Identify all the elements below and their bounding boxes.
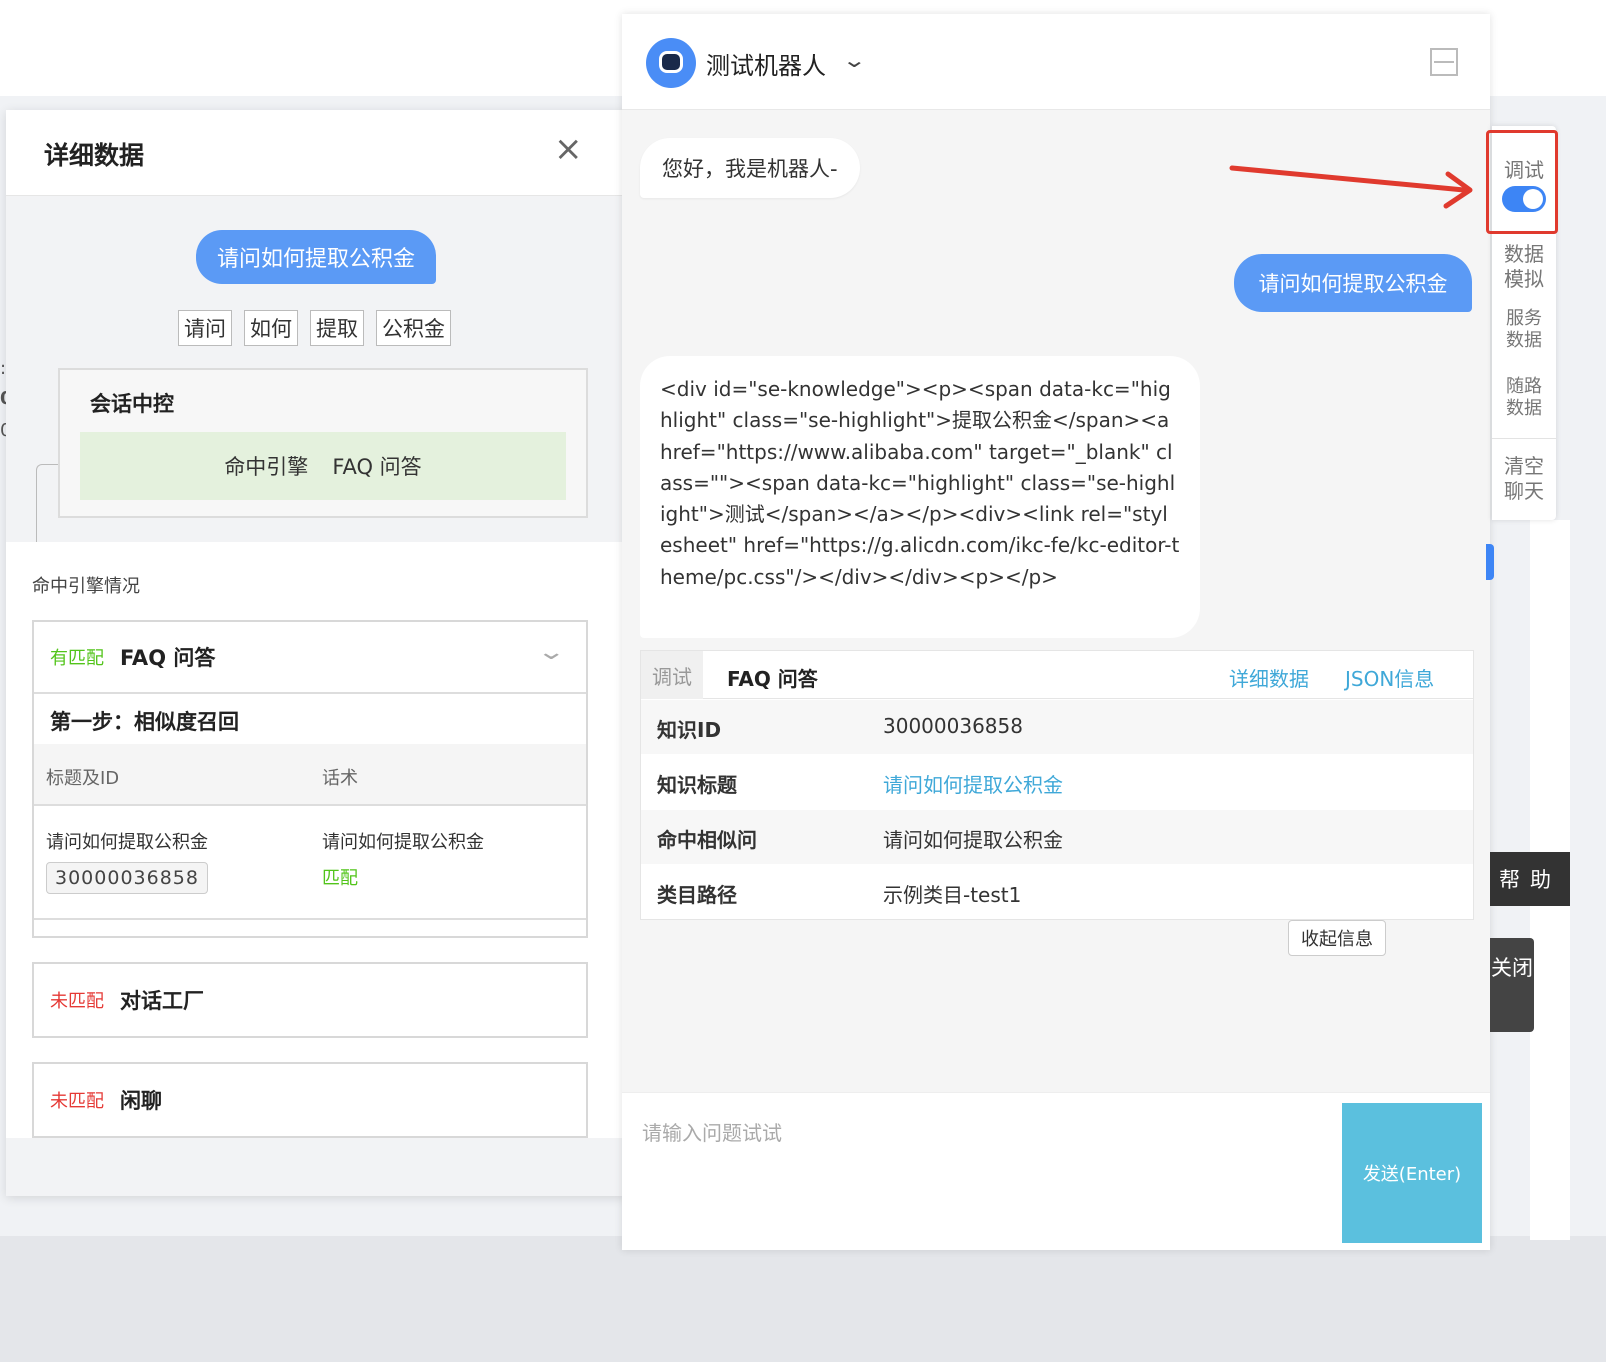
- detail-panel-header: 详细数据 ×: [6, 110, 626, 196]
- detail-data-link[interactable]: 详细数据: [1229, 663, 1309, 692]
- chevron-down-icon[interactable]: ⌄: [842, 48, 867, 72]
- debug-row: 知识标题 请问如何提取公积金: [641, 755, 1473, 809]
- bot-greeting-message: 您好，我是机器人-: [640, 138, 860, 198]
- engine-hits-section: 命中引擎情况 有匹配 FAQ 问答 ⌄ 第一步：相似度召回 标题及ID 话术 请…: [6, 542, 626, 1138]
- engine-hits-title: 命中引擎情况: [32, 576, 140, 597]
- hit-engine-banner: 命中引擎 FAQ 问答: [80, 432, 566, 500]
- match-status-badge: 未匹配: [50, 991, 104, 1012]
- message-input[interactable]: 请输入问题试试: [642, 1117, 782, 1146]
- debug-card-header: 调试 FAQ 问答 详细数据 JSON信息: [641, 651, 1473, 699]
- detail-data-panel: 详细数据 × 请问如何提取公积金 请问 如何 提取 公积金 会话中控 命中引擎 …: [6, 110, 626, 1196]
- debug-row: 类目路径 示例类目-test1: [641, 865, 1473, 919]
- sidebar-item-path-data[interactable]: 随路数据: [1492, 376, 1556, 420]
- row-speech: 请问如何提取公积金: [322, 832, 484, 853]
- engine-card-faq: 有匹配 FAQ 问答 ⌄ 第一步：相似度召回 标题及ID 话术 请问如何提取公积…: [32, 620, 588, 938]
- bot-name[interactable]: 测试机器人: [706, 46, 826, 81]
- minimize-icon[interactable]: [1430, 48, 1458, 76]
- hit-engine-label: 命中引擎: [224, 455, 309, 479]
- engine-card-dialog-factory[interactable]: 未匹配 对话工厂: [32, 962, 588, 1038]
- token-list: 请问 如何 提取 公积金: [178, 310, 451, 346]
- debug-row-key: 命中相似问: [657, 828, 757, 852]
- user-message: 请问如何提取公积金: [1234, 254, 1472, 312]
- send-button[interactable]: 发送(Enter): [1342, 1103, 1482, 1243]
- table-header: 标题及ID 话术: [34, 744, 586, 806]
- chat-header: 测试机器人 ⌄: [622, 14, 1490, 110]
- help-button[interactable]: 帮助: [1490, 852, 1570, 906]
- divider: [34, 918, 586, 920]
- token: 如何: [244, 310, 298, 346]
- row-title: 请问如何提取公积金: [46, 832, 208, 853]
- debug-row-value: 请问如何提取公积金: [883, 828, 1063, 852]
- column-header-title-id: 标题及ID: [46, 768, 120, 789]
- debug-row-key: 类目路径: [657, 883, 737, 907]
- session-control-title: 会话中控: [90, 392, 174, 416]
- debug-row-value: 示例类目-test1: [883, 883, 1022, 907]
- knowledge-title-link[interactable]: 请问如何提取公积金: [883, 769, 1063, 798]
- debug-info-card: 调试 FAQ 问答 详细数据 JSON信息 知识ID 30000036858 知…: [640, 650, 1474, 920]
- token: 公积金: [376, 310, 451, 346]
- json-info-link[interactable]: JSON信息: [1345, 663, 1434, 692]
- close-icon[interactable]: ×: [554, 132, 583, 166]
- engine-name: 对话工厂: [120, 989, 204, 1013]
- debug-tag: 调试: [641, 651, 703, 699]
- debug-engine-type: FAQ 问答: [727, 667, 818, 691]
- engine-card-header[interactable]: 有匹配 FAQ 问答 ⌄: [34, 622, 586, 694]
- token: 请问: [178, 310, 232, 346]
- token: 提取: [310, 310, 364, 346]
- chat-input-area: 请输入问题试试 发送(Enter): [622, 1092, 1490, 1250]
- hit-engine-name: FAQ 问答: [332, 455, 422, 479]
- column-header-speech: 话术: [322, 768, 358, 789]
- sidebar-item-data-simulation[interactable]: 数据模拟: [1492, 242, 1556, 292]
- sidebar-item-clear-chat[interactable]: 清空聊天: [1492, 454, 1556, 504]
- debug-row-key: 知识标题: [657, 773, 737, 797]
- close-button[interactable]: 关闭: [1490, 938, 1534, 1032]
- debug-row: 知识ID 30000036858: [641, 700, 1473, 754]
- engine-name: 闲聊: [120, 1089, 162, 1113]
- collapse-info-button[interactable]: 收起信息: [1288, 920, 1386, 956]
- knowledge-id-badge: 30000036858: [46, 862, 208, 894]
- bot-avatar: [646, 38, 696, 88]
- highlight-box: [1486, 130, 1558, 234]
- annotation-arrow-icon: [1229, 165, 1473, 209]
- background-button-edge: [1486, 544, 1494, 580]
- divider: [1492, 438, 1556, 439]
- page-footer-background: [0, 1236, 1606, 1362]
- match-status-badge: 未匹配: [50, 1091, 104, 1112]
- debug-row: 命中相似问 请问如何提取公积金: [641, 810, 1473, 864]
- detail-panel-title: 详细数据: [44, 141, 145, 170]
- query-bubble: 请问如何提取公积金: [196, 230, 436, 284]
- engine-card-chitchat[interactable]: 未匹配 闲聊: [32, 1062, 588, 1138]
- bot-answer-message: <div id="se-knowledge"><p><span data-kc=…: [640, 356, 1200, 638]
- match-status-badge: 有匹配: [50, 648, 104, 669]
- row-match-status: 匹配: [322, 868, 358, 889]
- step-title: 第一步：相似度召回: [50, 710, 239, 734]
- robot-icon: [659, 51, 683, 73]
- session-control-box: 会话中控 命中引擎 FAQ 问答: [58, 368, 588, 518]
- chevron-down-icon[interactable]: ⌄: [536, 640, 566, 665]
- engine-name: FAQ 问答: [120, 646, 216, 670]
- debug-row-value: 30000036858: [883, 714, 1023, 738]
- debug-row-key: 知识ID: [657, 718, 722, 742]
- sidebar-item-service-data[interactable]: 服务数据: [1492, 308, 1556, 352]
